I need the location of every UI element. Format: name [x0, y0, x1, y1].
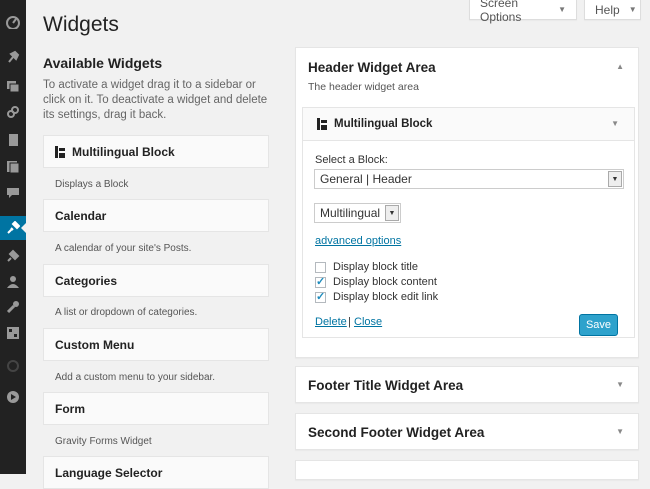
widget-language-selector[interactable]: Language Selector	[43, 456, 269, 489]
second-footer-widget-area[interactable]: Second Footer Widget Area ▼	[295, 413, 639, 450]
block-select[interactable]: General | Header ▼	[314, 169, 624, 189]
language-select-value: Multilingual	[320, 206, 381, 220]
settings-icon[interactable]	[0, 321, 26, 345]
checkbox[interactable]	[315, 290, 326, 303]
sidebar-description: The header widget area	[308, 81, 419, 93]
footer-title-widget-area[interactable]: Footer Title Widget Area ▼	[295, 366, 639, 403]
widget-description: Gravity Forms Widget	[55, 436, 152, 447]
sidebar-title: Footer Title Widget Area	[308, 378, 464, 393]
display-block-content-checkbox[interactable]: Display block content	[315, 275, 437, 288]
chevron-down-icon: ▼	[385, 205, 399, 221]
collapse-arrow-icon[interactable]: ▲	[616, 62, 624, 71]
checkbox[interactable]	[315, 261, 326, 273]
block-icon	[317, 118, 327, 133]
widget-multilingual-block[interactable]: Multilingual Block	[43, 135, 269, 168]
expand-arrow-icon[interactable]: ▼	[611, 119, 619, 128]
widget-description: Add a custom menu to your sidebar.	[55, 372, 216, 383]
widget-label: Form	[55, 401, 85, 416]
help-button[interactable]: Help ▼	[584, 0, 641, 20]
plugins-icon[interactable]	[0, 244, 26, 268]
display-block-title-checkbox[interactable]: Display block title	[315, 261, 418, 273]
sidebar-title: Second Footer Widget Area	[308, 425, 485, 440]
checkbox[interactable]	[315, 275, 326, 288]
multilingual-block-widget: Multilingual Block ▼ Select a Block: Gen…	[302, 107, 635, 338]
widget-custom-menu[interactable]: Custom Menu	[43, 328, 269, 361]
play-icon[interactable]	[0, 385, 26, 409]
language-select[interactable]: Multilingual ▼	[314, 203, 401, 223]
checkbox-label: Display block title	[333, 261, 418, 273]
checkbox-label: Display block content	[333, 276, 437, 288]
block-select-value: General | Header	[320, 172, 412, 186]
pin-icon[interactable]	[0, 45, 26, 69]
widget-label: Categories	[55, 273, 118, 288]
advanced-options-link[interactable]: advanced options	[315, 235, 401, 247]
close-link[interactable]: Close	[354, 316, 382, 328]
pages-icon[interactable]	[0, 128, 26, 152]
link-separator: |	[348, 316, 351, 328]
spinner-icon	[0, 354, 26, 378]
media-icon[interactable]	[0, 74, 26, 98]
header-widget-area: Header Widget Area ▲ The header widget a…	[295, 47, 639, 358]
comments-icon[interactable]	[0, 155, 26, 179]
widget-header[interactable]: Multilingual Block ▼	[303, 108, 634, 141]
select-block-label: Select a Block:	[315, 154, 388, 166]
third-footer-widget-area[interactable]	[295, 460, 639, 480]
appearance-icon[interactable]	[0, 216, 26, 240]
widget-description: A calendar of your site's Posts.	[55, 243, 192, 254]
delete-link[interactable]: Delete	[315, 316, 347, 328]
available-widgets-title: Available Widgets	[43, 55, 163, 71]
widget-form[interactable]: Form	[43, 392, 269, 425]
sidebar-title[interactable]: Header Widget Area	[308, 60, 436, 75]
expand-arrow-icon[interactable]: ▼	[616, 427, 624, 436]
caret-down-icon: ▼	[628, 5, 637, 14]
widget-description: Displays a Block	[55, 179, 129, 190]
widget-description: A list or dropdown of categories.	[55, 307, 198, 318]
screen-options-label: Screen Options	[480, 0, 522, 24]
widget-title: Multilingual Block	[334, 118, 433, 130]
widget-label: Calendar	[55, 208, 107, 223]
display-block-edit-link-checkbox[interactable]: Display block edit link	[315, 290, 439, 303]
help-label: Help	[595, 2, 620, 17]
widget-categories[interactable]: Categories	[43, 264, 269, 297]
links-icon[interactable]	[0, 100, 26, 124]
checkbox-label: Display block edit link	[333, 291, 439, 303]
save-button[interactable]: Save	[579, 314, 618, 336]
caret-down-icon: ▼	[558, 5, 566, 14]
dashboard-icon[interactable]	[0, 10, 26, 34]
expand-arrow-icon[interactable]: ▼	[616, 380, 624, 389]
chevron-down-icon: ▼	[608, 171, 622, 187]
available-widgets-description: To activate a widget drag it to a sideba…	[43, 79, 268, 121]
block-icon	[55, 145, 65, 158]
widget-label: Custom Menu	[55, 337, 135, 352]
page-title: Widgets	[43, 13, 119, 36]
feedback-icon[interactable]	[0, 181, 26, 205]
users-icon[interactable]	[0, 270, 26, 294]
admin-menu	[0, 0, 26, 474]
screen-options-button[interactable]: Screen Options ▼	[469, 0, 577, 24]
tools-icon[interactable]	[0, 295, 26, 319]
widget-label: Language Selector	[55, 465, 163, 480]
widget-label: Multilingual Block	[72, 144, 175, 159]
widget-calendar[interactable]: Calendar	[43, 199, 269, 232]
